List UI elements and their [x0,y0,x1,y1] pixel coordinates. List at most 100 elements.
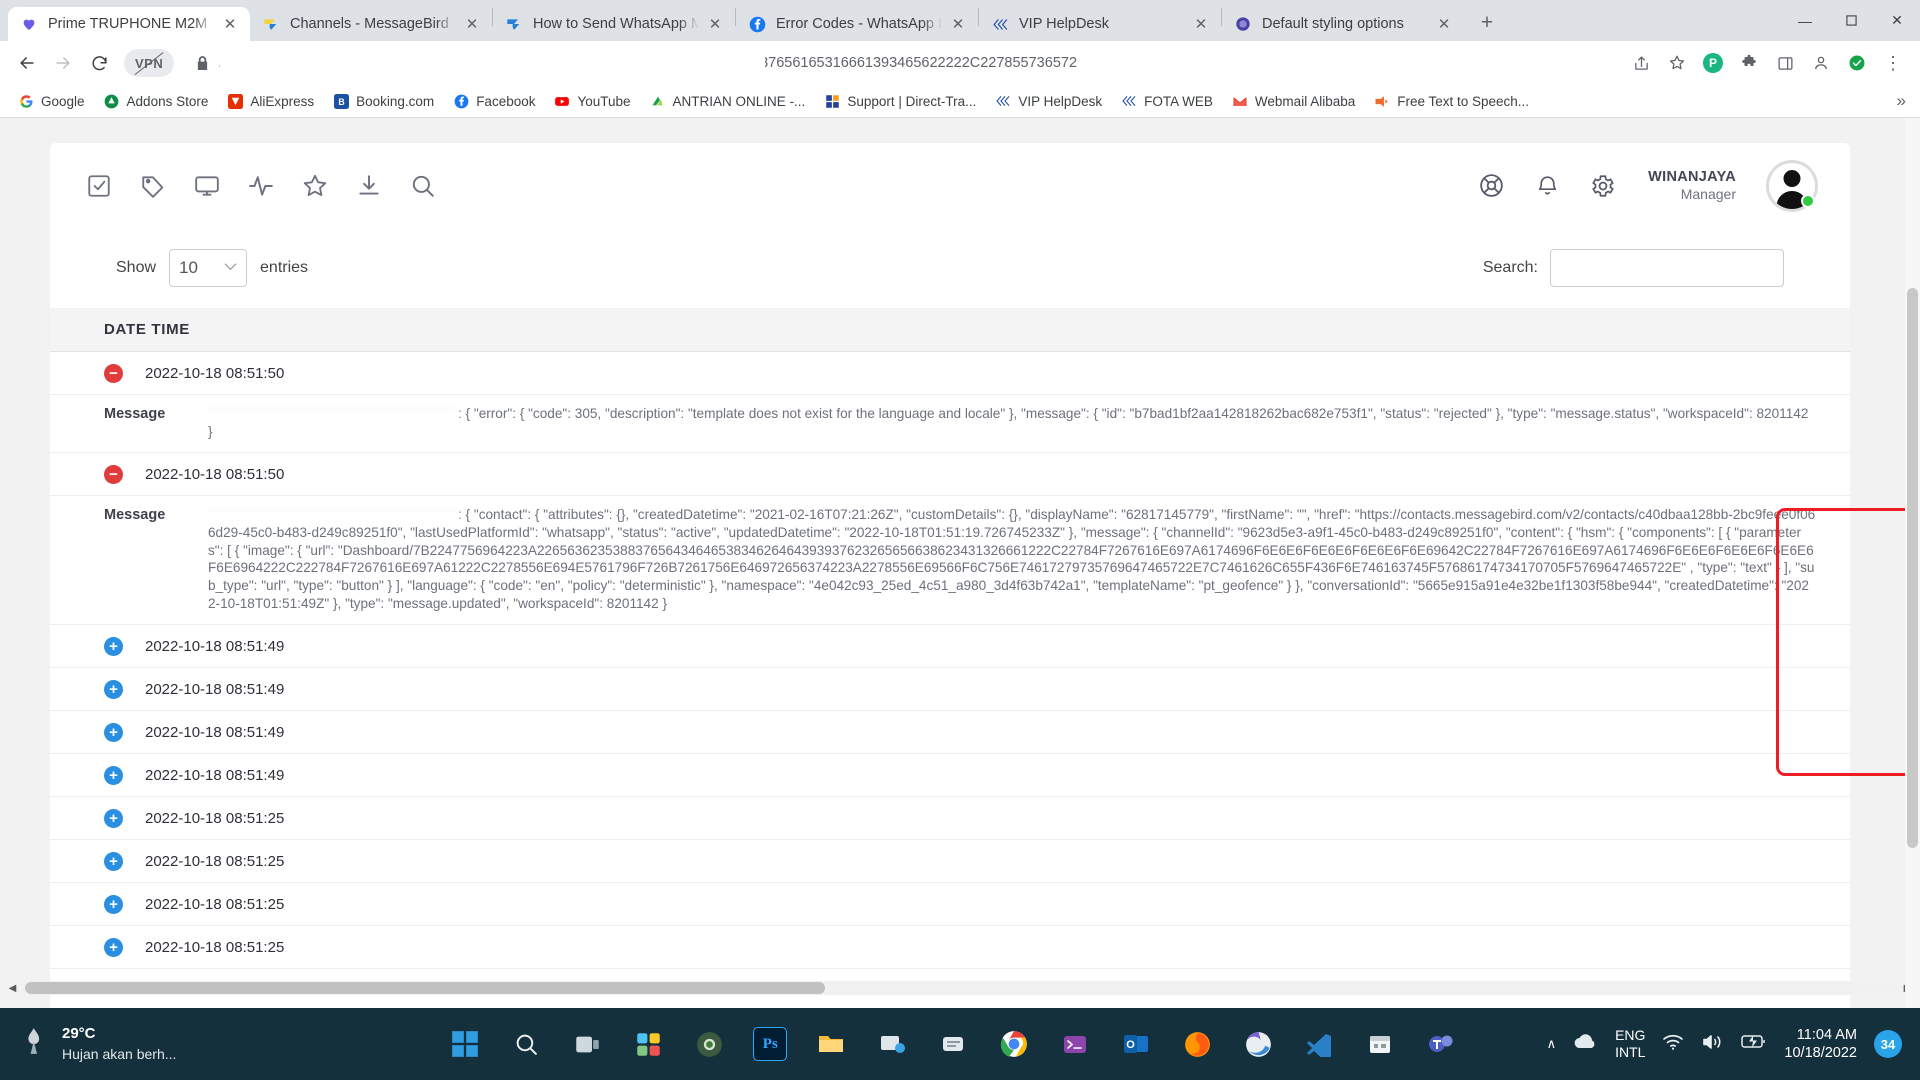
cloud-icon[interactable] [1573,1033,1598,1055]
teams-icon[interactable] [1424,1027,1458,1061]
sidepanel-icon[interactable] [1768,46,1802,80]
bookmark-google[interactable]: Google [10,88,93,114]
forward-icon[interactable] [46,46,80,80]
search-icon[interactable] [509,1027,543,1061]
browser-tab-0[interactable]: Prime TRUPHONE M2M ✕ [8,7,250,41]
vpn-extension-button[interactable]: VPN [124,49,175,77]
file-explorer-icon[interactable] [814,1027,848,1061]
browser-tab-3[interactable]: Error Codes - WhatsApp Bu ✕ [736,7,978,41]
bookmark-fota-web[interactable]: FOTA WEB [1113,88,1221,114]
tray-expand-chevron-icon[interactable]: ∧ [1547,1036,1557,1052]
bookmark-antrian-online[interactable]: ANTRIAN ONLINE -... [642,88,814,114]
bookmark-aliexpress[interactable]: AliExpress [219,88,322,114]
table-row[interactable]: + 2022-10-18 08:51:25 [50,797,1850,841]
edge-dev-icon[interactable] [1241,1027,1275,1061]
language-indicator[interactable]: ENG INTL [1615,1027,1645,1061]
scroll-left-arrow[interactable]: ◀ [4,983,21,994]
close-icon[interactable]: ✕ [1434,14,1454,34]
notification-count-badge[interactable]: 34 [1874,1030,1902,1058]
reload-icon[interactable] [82,46,116,80]
address-bar[interactable]: n/Errs/7B2247756964223A22313430636238363… [184,47,1614,79]
expand-row-icon[interactable]: + [104,808,123,828]
expand-row-icon[interactable]: + [104,636,123,656]
bookmark-facebook[interactable]: Facebook [445,88,543,114]
column-header-date-time[interactable]: DATE TIME [104,321,190,338]
table-row[interactable]: + 2022-10-18 08:51:49 [50,668,1850,712]
new-tab-button[interactable]: + [1472,8,1502,38]
start-windows-icon[interactable] [448,1027,482,1061]
antrian-icon [650,93,666,109]
table-row[interactable]: − 2022-10-18 08:51:50 [50,453,1850,497]
table-row[interactable]: + 2022-10-18 08:51:25 [50,883,1850,927]
store-icon[interactable] [936,1027,970,1061]
bookmark-booking[interactable]: B Booking.com [325,88,442,114]
widgets-icon[interactable] [631,1027,665,1061]
browser-tab-2[interactable]: How to Send WhatsApp Me ✕ [493,7,735,41]
back-icon[interactable] [10,46,44,80]
bookmark-youtube[interactable]: YouTube [546,88,638,114]
firefox-icon[interactable] [1180,1027,1214,1061]
table-row[interactable]: + 2022-10-18 08:51:49 [50,625,1850,669]
chrome-beta-icon[interactable] [692,1027,726,1061]
expand-row-icon[interactable]: + [104,894,123,914]
close-icon[interactable]: ✕ [462,14,482,34]
table-row[interactable]: + 2022-10-18 08:51:25 [50,926,1850,970]
outlook-icon[interactable]: O [1119,1027,1153,1061]
collapse-row-icon[interactable]: − [104,363,123,383]
expand-row-icon[interactable]: + [104,851,123,871]
maximize-button[interactable] [1828,0,1874,41]
profile-icon[interactable] [1804,46,1838,80]
chrome-menu-icon[interactable]: ⋮ [1876,46,1910,80]
table-row[interactable]: − 2022-10-18 08:51:50 [50,352,1850,395]
close-icon[interactable]: ✕ [705,14,725,34]
horizontal-scrollbar[interactable]: ◀ ▶ [0,980,1920,996]
snipping-tool-icon[interactable] [875,1027,909,1061]
vscroll-thumb[interactable] [1907,288,1918,848]
battery-charging-icon[interactable] [1741,1034,1767,1054]
google-chrome-icon[interactable] [997,1027,1031,1061]
clock[interactable]: 11:04 AM 10/18/2022 [1784,1026,1857,1062]
extensions-puzzle-icon[interactable] [1732,46,1766,80]
vertical-scrollbar[interactable] [1905,118,1920,1008]
bookmark-addons-store[interactable]: Addons Store [96,88,217,114]
pocket-extension-icon[interactable]: P [1696,46,1730,80]
bookmark-webmail-alibaba[interactable]: Webmail Alibaba [1224,88,1363,114]
collapse-row-icon[interactable]: − [104,464,123,484]
security-shield-icon[interactable] [1840,46,1874,80]
bookmark-star-icon[interactable] [1660,46,1694,80]
task-view-icon[interactable] [570,1027,604,1061]
terminal-icon[interactable] [1058,1027,1092,1061]
wifi-icon[interactable] [1662,1033,1684,1056]
browser-tab-4[interactable]: VIP HelpDesk ✕ [979,7,1221,41]
bookmark-vip-helpdesk[interactable]: VIP HelpDesk [987,88,1110,114]
table-row[interactable]: + 2022-10-18 08:51:49 [50,754,1850,798]
browser-tab-5[interactable]: Default styling options ✕ [1222,7,1464,41]
vscode-icon[interactable] [1302,1027,1336,1061]
windows-taskbar: 29°C Hujan akan berh... Ps O ∧ ENG INTL … [0,1008,1920,1080]
expand-row-icon[interactable]: + [104,679,123,699]
bookmark-free-text-to-speech[interactable]: Free Text to Speech... [1366,88,1537,114]
search-input[interactable] [1550,249,1784,287]
close-icon[interactable]: ✕ [1191,14,1211,34]
minimize-button[interactable]: — [1782,0,1828,41]
row-datetime: 2022-10-18 08:51:25 [145,852,285,870]
expand-row-icon[interactable]: + [104,765,123,785]
photoshop-icon[interactable]: Ps [753,1027,788,1061]
bookmarks-overflow-icon[interactable]: » [1897,91,1910,111]
bookmark-support-direct-tra[interactable]: Support | Direct-Tra... [816,88,984,114]
hscroll-track[interactable] [21,981,1899,995]
expand-row-icon[interactable]: + [104,937,123,957]
close-window-button[interactable]: ✕ [1874,0,1920,41]
close-icon[interactable]: ✕ [220,14,240,34]
table-row[interactable]: + 2022-10-18 08:51:49 [50,711,1850,755]
hscroll-thumb[interactable] [25,982,825,994]
calendar-icon[interactable] [1363,1027,1397,1061]
table-row[interactable]: + 2022-10-18 08:51:25 [50,840,1850,884]
page-size-select[interactable]: 10 [169,249,248,287]
close-icon[interactable]: ✕ [948,14,968,34]
volume-icon[interactable] [1701,1033,1724,1056]
share-icon[interactable] [1624,46,1658,80]
weather-widget[interactable]: 29°C Hujan akan berh... [0,1024,360,1063]
expand-row-icon[interactable]: + [104,722,123,742]
browser-tab-1[interactable]: Channels - MessageBird ✕ [250,7,492,41]
